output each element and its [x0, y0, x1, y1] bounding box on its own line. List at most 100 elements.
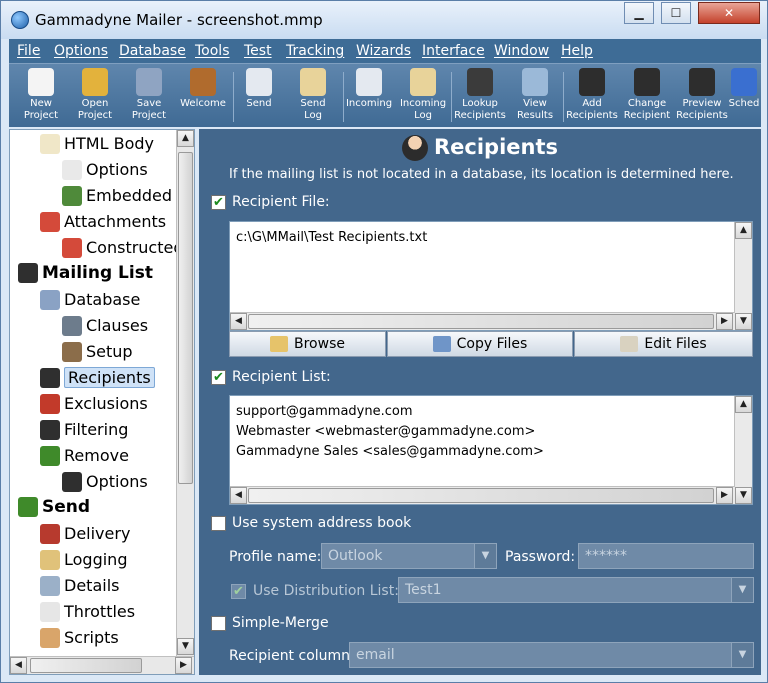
tree-item-recipients[interactable]: Recipients — [40, 367, 178, 391]
address-book-checkbox[interactable] — [211, 516, 226, 531]
incoming-button[interactable]: Incoming — [341, 68, 397, 126]
recipient-list-checkbox[interactable]: ✔ — [211, 370, 226, 385]
tree-item-mailing-list[interactable]: Mailing List — [18, 263, 178, 287]
tree-item-html-body[interactable]: HTML Body — [40, 133, 178, 157]
floppy-disk-icon — [136, 68, 162, 96]
scroll-down-button[interactable]: ▼ — [177, 638, 194, 655]
add-recipients-button[interactable]: Add Recipients — [564, 68, 620, 126]
navigation-tree[interactable]: HTML Body Options Embedded I Attachments Con… — [9, 129, 195, 675]
browse-button[interactable]: Browse — [229, 331, 386, 357]
edit-files-button[interactable]: Edit Files — [574, 331, 753, 357]
list-horizontal-scrollbar[interactable]: ◀ ▶ — [230, 486, 735, 504]
menu-window[interactable]: Window — [494, 43, 549, 59]
scroll-left-button[interactable]: ◀ — [10, 657, 27, 674]
file-horizontal-scrollbar[interactable]: ◀ ▶ — [230, 312, 735, 330]
recipient-column-dropdown[interactable]: email ▼ — [349, 642, 754, 668]
maximize-button[interactable]: ☐ — [661, 2, 691, 24]
preview-recipients-button[interactable]: Preview Recipients — [674, 68, 730, 126]
scroll-right-button[interactable]: ▶ — [175, 657, 192, 674]
tree-item-setup[interactable]: Setup — [62, 341, 178, 365]
scroll-up-button[interactable]: ▲ — [735, 222, 752, 239]
tree-item-label: Options — [86, 472, 148, 491]
send-log-button[interactable]: Send Log — [285, 68, 341, 126]
tree-item-attachments[interactable]: Attachments — [40, 211, 178, 235]
list-vertical-scrollbar[interactable]: ▲ ▼ — [734, 396, 752, 504]
password-label: Password: — [505, 549, 576, 565]
tree-item-embedded-i[interactable]: Embedded I — [62, 185, 178, 209]
scroll-up-button[interactable]: ▲ — [735, 396, 752, 413]
menu-wizards[interactable]: Wizards — [356, 43, 411, 59]
menu-database[interactable]: Database — [119, 43, 186, 59]
menu-help[interactable]: Help — [561, 43, 593, 59]
tree-horizontal-scrollbar[interactable]: ◀ ▶ — [10, 656, 194, 674]
new-project-button[interactable]: New Project — [13, 68, 69, 126]
recipient-file-textbox[interactable]: c:\G\MMail\Test Recipients.txt ▲ ▼ ◀ ▶ — [229, 221, 753, 331]
tree-item-exclusions[interactable]: Exclusions — [40, 393, 178, 417]
incoming-log-button[interactable]: Incoming Log — [395, 68, 451, 126]
scroll-left-button[interactable]: ◀ — [230, 313, 247, 330]
menu-test[interactable]: Test — [244, 43, 272, 59]
menu-file[interactable]: File — [17, 43, 40, 59]
send-button[interactable]: Send — [231, 68, 287, 126]
profile-name-dropdown[interactable]: Outlook ▼ — [321, 543, 497, 569]
tree-item-label: Database — [64, 290, 141, 309]
tree-item-details[interactable]: Details — [40, 575, 178, 599]
tree-item-constructed[interactable]: Constructed — [62, 237, 178, 261]
scroll-thumb[interactable] — [248, 488, 714, 503]
tree-item-icon — [40, 367, 60, 388]
scroll-up-button[interactable]: ▲ — [177, 130, 194, 147]
dropdown-arrow-icon[interactable]: ▼ — [731, 578, 753, 602]
recipient-list-textbox[interactable]: support@gammadyne.com Webmaster <webmast… — [229, 395, 753, 505]
door-icon — [190, 68, 216, 96]
tree-item-label: Embedded I — [86, 186, 178, 205]
tree-item-icon — [40, 601, 60, 622]
scroll-left-button[interactable]: ◀ — [230, 487, 247, 504]
tree-item-clauses[interactable]: Clauses — [62, 315, 178, 339]
distribution-list-checkbox[interactable]: ✔ — [231, 584, 246, 599]
tree-item-throttles[interactable]: Throttles — [40, 601, 178, 625]
lookup-recipients-button[interactable]: Lookup Recipients — [452, 68, 508, 126]
close-button[interactable]: ✕ — [698, 2, 760, 24]
password-field[interactable]: ****** — [578, 543, 754, 569]
dropdown-arrow-icon[interactable]: ▼ — [731, 643, 753, 667]
open-project-button[interactable]: Open Project — [67, 68, 123, 126]
menu-tools[interactable]: Tools — [195, 43, 230, 59]
file-vertical-scrollbar[interactable]: ▲ ▼ — [734, 222, 752, 330]
tree-item-delivery[interactable]: Delivery — [40, 523, 178, 547]
scroll-right-button[interactable]: ▶ — [716, 487, 733, 504]
panel-title: Recipients — [199, 135, 761, 161]
scroll-thumb[interactable] — [178, 152, 193, 484]
tree-item-send[interactable]: Send — [18, 497, 178, 521]
change-recipient-button[interactable]: Change Recipient — [619, 68, 675, 126]
tree-item-options[interactable]: Options — [62, 471, 178, 495]
scroll-thumb[interactable] — [30, 658, 142, 673]
simple-merge-checkbox[interactable] — [211, 616, 226, 631]
distribution-list-dropdown[interactable]: Test1 ▼ — [398, 577, 754, 603]
tree-item-remove[interactable]: Remove — [40, 445, 178, 469]
tree-item-options[interactable]: Options — [62, 159, 178, 183]
scroll-down-button[interactable]: ▼ — [735, 313, 752, 330]
minimize-button[interactable]: ▁ — [624, 2, 654, 24]
menu-tracking[interactable]: Tracking — [286, 43, 344, 59]
schedule-button[interactable]: Sched — [727, 68, 761, 126]
tree-item-label: Constructed — [86, 238, 178, 257]
title-bar[interactable]: Gammadyne Mailer - screenshot.mmp ▁ ☐ ✕ — [1, 1, 767, 39]
menu-options[interactable]: Options — [54, 43, 108, 59]
welcome-button[interactable]: Welcome — [175, 68, 231, 126]
scroll-thumb[interactable] — [248, 314, 714, 329]
dropdown-arrow-icon[interactable]: ▼ — [474, 544, 496, 568]
tree-item-database[interactable]: Database — [40, 289, 178, 313]
recipient-file-checkbox[interactable]: ✔ — [211, 195, 226, 210]
scroll-down-button[interactable]: ▼ — [735, 487, 752, 504]
tree-vertical-scrollbar[interactable]: ▲ ▼ — [176, 130, 194, 656]
tree-item-logging[interactable]: Logging — [40, 549, 178, 573]
menu-interface[interactable]: Interface — [422, 43, 485, 59]
tree-item-filtering[interactable]: Filtering — [40, 419, 178, 443]
view-results-button[interactable]: View Results — [507, 68, 563, 126]
save-project-button[interactable]: Save Project — [121, 68, 177, 126]
scroll-right-button[interactable]: ▶ — [716, 313, 733, 330]
tree-item-icon — [40, 393, 60, 414]
tree-item-scripts[interactable]: Scripts — [40, 627, 178, 651]
copy-files-button[interactable]: Copy Files — [387, 331, 573, 357]
profile-name-label: Profile name: — [229, 549, 322, 565]
